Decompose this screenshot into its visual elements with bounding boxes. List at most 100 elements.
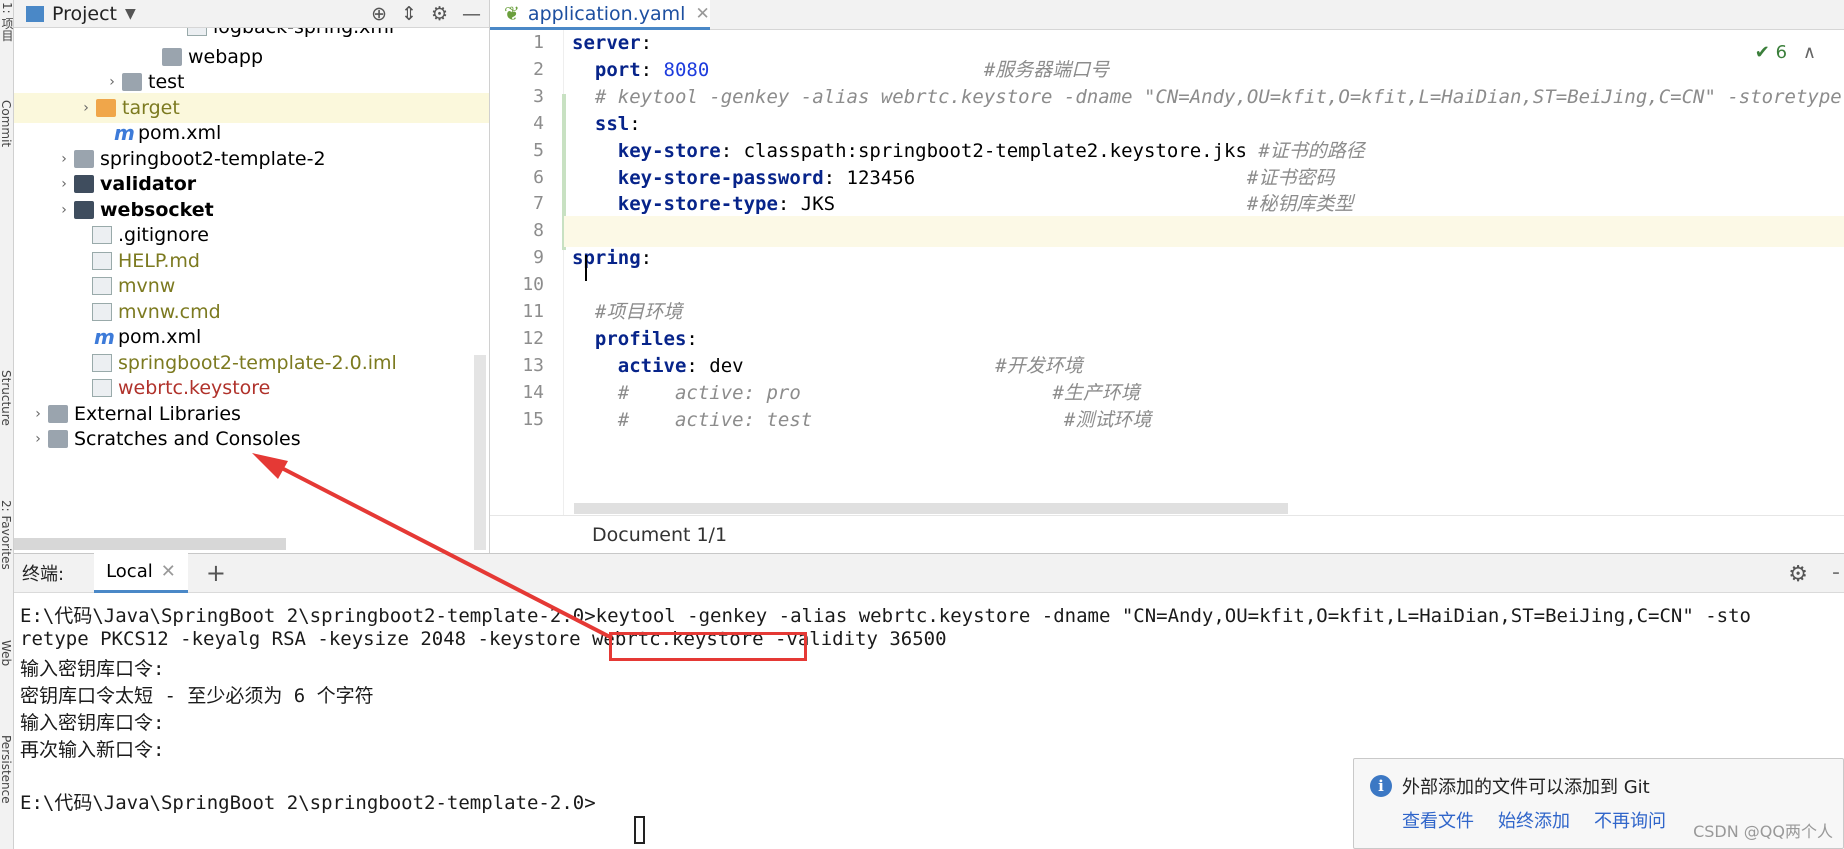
- code-editor[interactable]: server: port: 8080 #服务器端口号 # keytool -ge…: [564, 30, 1844, 515]
- line-number: 3: [533, 85, 544, 107]
- locate-icon[interactable]: ⊕: [371, 3, 387, 25]
- folder-orange-icon: [96, 98, 116, 117]
- tree-item-label: pom.xml: [118, 326, 202, 348]
- always-add-link[interactable]: 始终添加: [1498, 807, 1570, 833]
- terminal-line: E:\代码\Java\SpringBoot 2\springboot2-temp…: [20, 605, 1751, 627]
- dont-ask-again-link[interactable]: 不再询问: [1594, 807, 1666, 833]
- expand-arrow-icon[interactable]: ›: [78, 100, 94, 116]
- project-title[interactable]: Project: [52, 3, 117, 25]
- code-token: :: [640, 32, 653, 54]
- inspection-count: 6: [1775, 42, 1788, 63]
- expand-arrow-icon[interactable]: ›: [56, 176, 72, 192]
- text-file-icon: [92, 302, 112, 321]
- line-number: 4: [533, 112, 544, 134]
- code-token: server: [572, 32, 641, 54]
- line-number: 8: [533, 220, 544, 242]
- iml-file-icon: [92, 353, 112, 372]
- line-number: 2: [533, 58, 544, 80]
- module-folder-icon: [74, 200, 94, 219]
- strip-label-web[interactable]: Web: [0, 640, 13, 666]
- gear-icon[interactable]: ⚙: [431, 3, 448, 25]
- expand-arrow-icon[interactable]: ›: [30, 406, 46, 422]
- code-token: # keytool -genkey -alias webrtc.keystore…: [594, 85, 1844, 108]
- line-number: 1: [533, 32, 544, 53]
- info-icon: i: [1370, 775, 1392, 797]
- add-tab-icon[interactable]: +: [206, 559, 226, 587]
- code-token: #项目环境: [594, 301, 683, 323]
- folder-icon: [74, 149, 94, 168]
- code-token: #开发环境: [995, 354, 1083, 377]
- editor-tab-bar: ❦ application.yaml ✕: [490, 0, 1844, 30]
- breadcrumb[interactable]: Document 1/1: [490, 515, 1844, 553]
- editor-horizontal-scrollbar[interactable]: [574, 503, 1288, 514]
- tree-item-label: External Libraries: [74, 402, 241, 425]
- view-files-link[interactable]: 查看文件: [1402, 807, 1474, 833]
- terminal-line: retype PKCS12 -keyalg RSA -keysize 2048 …: [20, 627, 947, 650]
- line-number: 5: [533, 139, 544, 161]
- line-number: 14: [522, 381, 544, 403]
- expand-arrow-icon[interactable]: ›: [30, 431, 46, 447]
- minimize-icon[interactable]: -: [1832, 560, 1840, 585]
- tree-item-label: webapp: [188, 45, 264, 68]
- project-horizontal-scrollbar[interactable]: [14, 538, 286, 550]
- code-token: : dev: [686, 354, 996, 377]
- minimize-icon[interactable]: —: [462, 3, 481, 25]
- expand-arrow-icon[interactable]: ›: [56, 202, 72, 218]
- strip-label-structure[interactable]: Structure: [0, 370, 13, 426]
- expand-arrow-icon[interactable]: ›: [104, 74, 120, 90]
- project-vertical-scrollbar[interactable]: [474, 355, 486, 550]
- close-icon[interactable]: ✕: [695, 4, 709, 24]
- code-token: #秘钥库类型: [1246, 193, 1354, 216]
- left-tool-strip: 1: 项目 Commit Structure 2: Favorites Web …: [0, 0, 14, 849]
- terminal-header: 终端: Local ✕ + ⚙ -: [14, 553, 1844, 593]
- strip-label-persistence[interactable]: Persistence: [0, 735, 13, 804]
- project-panel: Project ▼ ⊕ ⇕ ⚙ — logback-spring.xmlweba…: [14, 0, 490, 553]
- code-token: key-store-password: [617, 166, 824, 189]
- line-number: 11: [522, 301, 544, 322]
- code-token: # active: pro #生产环境: [617, 381, 1140, 404]
- git-notification: i 外部添加的文件可以添加到 Git 查看文件 始终添加 不再询问 CSDN @…: [1353, 758, 1844, 849]
- code-token: 8080: [663, 58, 710, 81]
- code-token: : JKS: [777, 193, 1247, 216]
- code-token: active: [617, 354, 687, 377]
- markdown-icon: [92, 251, 112, 270]
- code-line[interactable]: # active: test #测试环境: [564, 405, 1844, 436]
- close-icon[interactable]: ✕: [161, 561, 176, 582]
- tree-item-label: pom.xml: [138, 122, 222, 144]
- terminal-tab-label: Local: [106, 561, 153, 582]
- strip-label-favorites[interactable]: 2: Favorites: [0, 500, 13, 570]
- code-token: : 123456: [823, 166, 1247, 189]
- terminal-tab-local[interactable]: Local ✕: [94, 553, 188, 593]
- terminal-title: 终端:: [22, 564, 65, 585]
- line-number: 6: [533, 166, 544, 188]
- watermark: CSDN @QQ两个人: [1693, 822, 1833, 841]
- collapse-all-icon[interactable]: ⇕: [401, 3, 417, 25]
- editor-caret: [585, 255, 587, 281]
- code-token: :: [640, 247, 653, 270]
- line-number: 12: [522, 327, 544, 349]
- chevron-down-icon[interactable]: ▼: [125, 6, 136, 22]
- gear-icon[interactable]: ⚙: [1788, 562, 1808, 587]
- tree-item-label: HELP.md: [118, 249, 200, 272]
- code-token: #证书的路径: [1258, 139, 1365, 162]
- tree-item[interactable]: › Scratches and Consoles: [14, 424, 489, 454]
- maven-icon: m: [114, 121, 135, 145]
- terminal-cursor: [634, 816, 645, 844]
- editor-tab-application-yaml[interactable]: ❦ application.yaml ✕: [490, 0, 710, 30]
- chevron-up-icon[interactable]: ∧: [1803, 42, 1816, 63]
- expand-arrow-icon[interactable]: ›: [56, 151, 72, 167]
- code-token: profiles: [594, 327, 687, 350]
- inspection-widget[interactable]: ✔ 6 ∧: [1755, 42, 1816, 63]
- line-number: 13: [522, 354, 544, 376]
- tree-item-label: websocket: [100, 198, 214, 221]
- strip-label-commit[interactable]: Commit: [0, 100, 13, 147]
